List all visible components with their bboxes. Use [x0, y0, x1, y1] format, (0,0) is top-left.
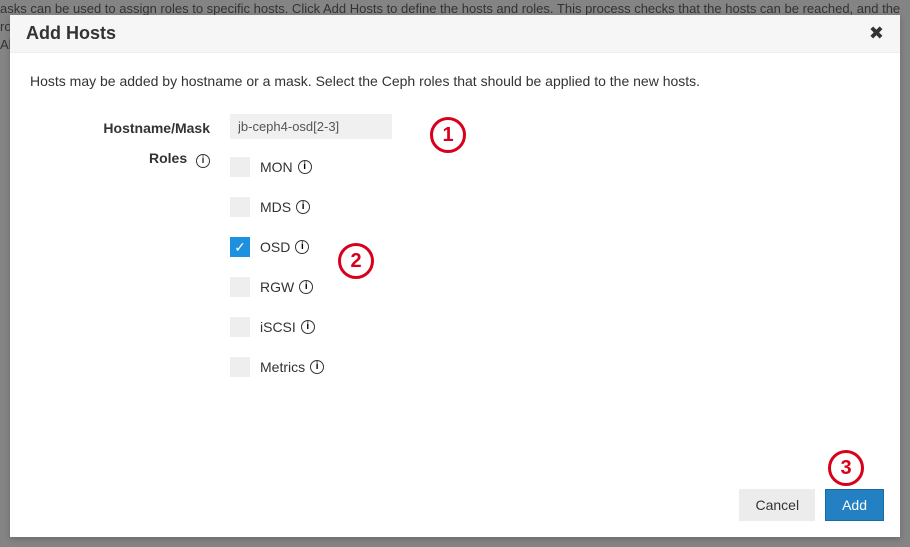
info-icon[interactable]: [298, 160, 312, 174]
cancel-button[interactable]: Cancel: [739, 489, 815, 521]
info-icon[interactable]: [296, 200, 310, 214]
modal-body: Hosts may be added by hostname or a mask…: [10, 53, 900, 475]
role-row-metrics: Metrics: [230, 347, 880, 387]
role-row-mds: MDS: [230, 187, 880, 227]
close-icon[interactable]: ✖: [869, 23, 884, 44]
role-label-metrics: Metrics: [260, 359, 305, 375]
role-checkbox-rgw[interactable]: [230, 277, 250, 297]
info-icon[interactable]: [301, 320, 315, 334]
roles-row: Roles MON MDS OSD: [30, 147, 880, 387]
role-row-iscsi: iSCSI: [230, 307, 880, 347]
role-label-osd: OSD: [260, 239, 290, 255]
role-row-mon: MON: [230, 147, 880, 187]
role-row-osd: OSD: [230, 227, 880, 267]
info-icon[interactable]: [310, 360, 324, 374]
hostname-mask-label: Hostname/Mask: [30, 114, 230, 136]
roles-label-wrap: Roles: [30, 147, 230, 168]
roles-label: Roles: [149, 150, 187, 166]
role-row-rgw: RGW: [230, 267, 880, 307]
hostname-row: Hostname/Mask: [30, 114, 880, 139]
role-label-rgw: RGW: [260, 279, 294, 295]
role-label-iscsi: iSCSI: [260, 319, 296, 335]
modal-title: Add Hosts: [26, 23, 116, 44]
role-label-mds: MDS: [260, 199, 291, 215]
role-checkbox-mds[interactable]: [230, 197, 250, 217]
info-icon[interactable]: [295, 240, 309, 254]
info-icon[interactable]: [196, 154, 210, 168]
roles-checklist: MON MDS OSD RGW: [230, 147, 880, 387]
role-label-mon: MON: [260, 159, 293, 175]
hostname-mask-input[interactable]: [230, 114, 392, 139]
modal-header: Add Hosts ✖: [10, 15, 900, 53]
role-checkbox-osd[interactable]: [230, 237, 250, 257]
role-checkbox-iscsi[interactable]: [230, 317, 250, 337]
add-hosts-modal: Add Hosts ✖ Hosts may be added by hostna…: [10, 15, 900, 537]
add-button[interactable]: Add: [825, 489, 884, 521]
modal-intro-text: Hosts may be added by hostname or a mask…: [30, 73, 880, 89]
role-checkbox-metrics[interactable]: [230, 357, 250, 377]
info-icon[interactable]: [299, 280, 313, 294]
modal-footer: Cancel Add: [10, 475, 900, 537]
role-checkbox-mon[interactable]: [230, 157, 250, 177]
